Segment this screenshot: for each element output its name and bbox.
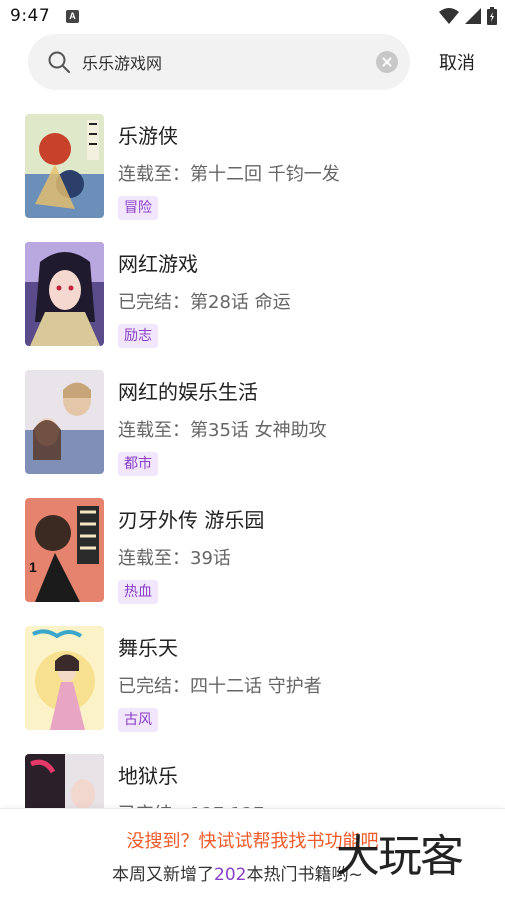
item-status: 连载至：第十二回 千钧一发 <box>118 164 340 185</box>
item-title: 网红游戏 <box>118 252 198 276</box>
cancel-button[interactable]: 取消 <box>426 48 488 76</box>
item-tag: 励志 <box>118 324 158 348</box>
weekly-new-prefix: 本周又新增了 <box>112 865 214 885</box>
list-item[interactable]: 网红游戏 已完结：第28话 命运 励志 <box>0 232 505 360</box>
weekly-new-books-text: 本周又新增了202本热门书籍哟~ <box>112 860 363 885</box>
search-bar <box>28 34 410 90</box>
item-status: 连载至：第35话 女神助攻 <box>118 420 327 441</box>
svg-text:1: 1 <box>29 559 37 575</box>
status-icons <box>439 6 497 26</box>
item-tag: 都市 <box>118 452 158 476</box>
clear-icon[interactable] <box>376 51 398 73</box>
list-item[interactable]: 乐游侠 连载至：第十二回 千钧一发 冒险 <box>0 104 505 232</box>
result-list: 乐游侠 连载至：第十二回 千钧一发 冒险 网红游戏 已完结：第28话 命运 励志 <box>0 104 505 809</box>
search-icon <box>48 51 70 73</box>
item-status: 已完结：四十二话 守护者 <box>118 676 322 697</box>
search-input[interactable] <box>82 49 362 75</box>
a-badge-icon: A <box>66 10 79 23</box>
item-tag: 冒险 <box>118 196 158 220</box>
list-item[interactable]: 1 刃牙外传 游乐园 连载至：39话 热血 <box>0 488 505 616</box>
cover-image <box>25 370 104 474</box>
item-tag: 热血 <box>118 580 158 604</box>
item-title: 乐游侠 <box>118 124 178 148</box>
item-status: 连载至：39话 <box>118 548 231 569</box>
list-item[interactable]: 地狱乐 已完结：127.127 <box>0 744 505 809</box>
status-bar: 9:47 A <box>0 0 505 32</box>
item-title: 刃牙外传 游乐园 <box>118 508 265 532</box>
weekly-new-count: 202 <box>214 865 247 885</box>
status-time: 9:47 <box>10 6 51 26</box>
wifi-icon <box>439 8 459 24</box>
item-title: 地狱乐 <box>118 764 178 788</box>
item-tag: 古风 <box>118 708 158 732</box>
cover-image: 1 <box>25 498 104 602</box>
cover-image <box>25 754 104 809</box>
item-status: 已完结：第28话 命运 <box>118 292 291 313</box>
signal-icon <box>465 8 481 24</box>
cover-image <box>25 626 104 730</box>
watermark-logo: 大玩客 <box>336 831 464 882</box>
list-item[interactable]: 舞乐天 已完结：四十二话 守护者 古风 <box>0 616 505 744</box>
cover-image <box>25 242 104 346</box>
list-item[interactable]: 网红的娱乐生活 连载至：第35话 女神助攻 都市 <box>0 360 505 488</box>
battery-icon <box>487 7 497 25</box>
item-title: 网红的娱乐生活 <box>118 380 258 404</box>
item-title: 舞乐天 <box>118 636 178 660</box>
cover-image <box>25 114 104 218</box>
